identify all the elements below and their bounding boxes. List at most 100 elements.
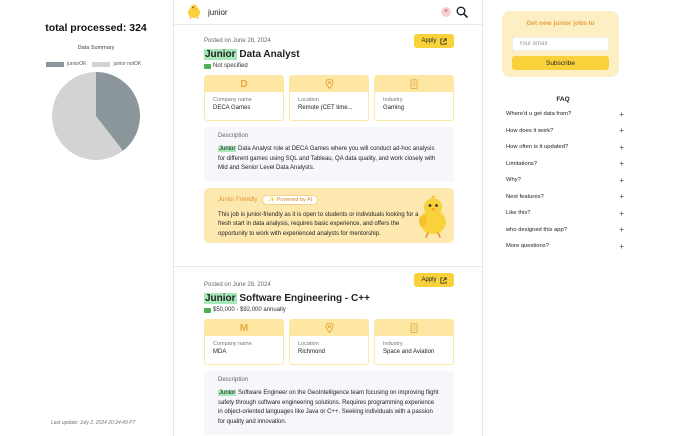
- industry-card: Industry Space and Aviation: [374, 319, 454, 365]
- legend-item-junior-ok[interactable]: juniorOK: [46, 61, 86, 67]
- job-card: Posted on June 28, 2024 Apply Junior Sof…: [174, 266, 482, 435]
- building-icon: [410, 323, 418, 333]
- search-input[interactable]: [208, 5, 428, 19]
- location-value: Richmond: [298, 349, 326, 355]
- faq-question: How often is it updated?: [506, 144, 569, 151]
- description-label: Description: [218, 377, 249, 383]
- legend-item-junior-notok[interactable]: junior notOK: [92, 61, 141, 67]
- clear-search-icon[interactable]: ×: [441, 7, 451, 17]
- title-rest: Data Analyst: [236, 49, 300, 60]
- desc-highlight: Junior: [218, 390, 237, 396]
- description-text: Junior Data Analyst role at DECA Games w…: [218, 145, 440, 174]
- title-rest: Software Engineering - C++: [236, 293, 370, 304]
- industry-value: Gaming: [383, 105, 405, 111]
- location-pin-icon: [324, 79, 334, 89]
- location-label: Location: [298, 97, 319, 103]
- company-card: D Company name DECA Games: [204, 75, 284, 121]
- faq-list: Where'd u get data from? + How does it wo…: [506, 106, 624, 255]
- industry-value: Space and Aviation: [383, 349, 435, 355]
- apply-label: Apply: [421, 38, 437, 44]
- location-value: Remote (CET time...: [298, 105, 353, 111]
- plus-icon: +: [619, 241, 624, 251]
- job-title[interactable]: Junior Software Engineering - C++: [204, 293, 454, 304]
- newsletter-box: Get new junior jobs to Subscribe: [502, 11, 619, 77]
- company-label: Company name: [213, 341, 252, 347]
- search-bar: ×: [174, 0, 482, 25]
- subscribe-button[interactable]: Subscribe: [512, 56, 609, 70]
- legend-swatch: [46, 61, 64, 67]
- external-link-icon: [439, 276, 447, 284]
- company-card: M Company name MDA: [204, 319, 284, 365]
- external-link-icon: [439, 37, 447, 45]
- plus-icon: +: [619, 225, 624, 235]
- right-panel: Get new junior jobs to Subscribe FAQ Whe…: [500, 0, 680, 436]
- chick-logo-icon: [188, 4, 200, 19]
- faq-item[interactable]: Limitations? +: [506, 156, 624, 173]
- faq-item[interactable]: Next features? +: [506, 189, 624, 206]
- newsletter-title: Get new junior jobs to: [526, 20, 595, 27]
- location-card: Location Remote (CET time...: [289, 75, 369, 121]
- powered-by-ai-badge: ✨ Powered by AI: [262, 194, 319, 205]
- desc-rest: Data Analyst role at DECA Games where yo…: [218, 146, 436, 171]
- job-title[interactable]: Junior Data Analyst: [204, 49, 454, 60]
- faq-item[interactable]: who designed this app? +: [506, 222, 624, 239]
- plus-icon: +: [619, 192, 624, 202]
- plus-icon: +: [619, 142, 624, 152]
- job-feed[interactable]: × Posted on June 28, 2024 Apply Junior D…: [173, 0, 483, 436]
- plus-icon: +: [619, 126, 624, 136]
- stats-panel: total processed: 324 Data Summary junior…: [0, 0, 192, 436]
- last-update: Last update: July 2, 2024 20:24:49 PT: [51, 420, 136, 426]
- location-label: Location: [298, 341, 319, 347]
- faq-question: Limitations?: [506, 160, 537, 167]
- industry-label: Industry: [383, 341, 403, 347]
- faq-title: FAQ: [556, 96, 570, 103]
- faq-item[interactable]: Where'd u get data from? +: [506, 106, 624, 123]
- apply-button[interactable]: Apply: [414, 34, 454, 48]
- money-icon: [204, 307, 211, 313]
- faq-item[interactable]: Like this? +: [506, 205, 624, 222]
- faq-question: who designed this app?: [506, 226, 567, 233]
- desc-rest: Software Engineer on the GeoIntelligence…: [218, 390, 439, 425]
- desc-highlight: Junior: [218, 146, 237, 152]
- salary: Not specified: [204, 63, 454, 69]
- company-name: MDA: [213, 349, 227, 355]
- faq-item[interactable]: More questions? +: [506, 238, 624, 255]
- plus-icon: +: [619, 159, 624, 169]
- junior-friendly-text: This job is junior-friendly as it is ope…: [218, 211, 419, 237]
- data-summary-title: Data Summary: [77, 45, 115, 51]
- junior-friendly-box: Junior Friendly ✨ Powered by AI This job…: [204, 187, 454, 243]
- search-icon[interactable]: [456, 6, 468, 18]
- plus-icon: +: [619, 208, 624, 218]
- apply-button[interactable]: Apply: [414, 273, 454, 287]
- description-label: Description: [218, 133, 249, 139]
- email-field[interactable]: [512, 37, 609, 51]
- legend-label: junior notOK: [113, 61, 142, 67]
- salary-text: Not specified: [213, 63, 248, 69]
- industry-card: Industry Gaming: [374, 75, 454, 121]
- company-label: Company name: [213, 97, 252, 103]
- pie-chart: [52, 72, 140, 160]
- faq-question: Like this?: [506, 210, 531, 217]
- faq-item[interactable]: Why? +: [506, 172, 624, 189]
- faq-item[interactable]: How often is it updated? +: [506, 139, 624, 156]
- title-highlight: Junior: [204, 293, 237, 304]
- faq-question: More questions?: [506, 243, 549, 250]
- total-processed: total processed: 324: [45, 22, 147, 34]
- description-text: Junior Software Engineer on the GeoIntel…: [218, 389, 440, 427]
- title-highlight: Junior: [204, 49, 237, 60]
- legend-label: juniorOK: [67, 61, 87, 67]
- money-icon: [204, 63, 211, 69]
- company-name: DECA Games: [213, 105, 251, 111]
- faq-item[interactable]: How does it work? +: [506, 123, 624, 140]
- building-icon: [410, 79, 418, 89]
- salary: $50,000 - $92,000 annually: [204, 307, 454, 313]
- legend-swatch: [92, 61, 111, 67]
- job-info-cards: D Company name DECA Games Location Remot…: [204, 75, 454, 121]
- salary-text: $50,000 - $92,000 annually: [213, 307, 286, 313]
- apply-label: Apply: [421, 277, 437, 283]
- chick-mascot-icon: [419, 194, 446, 238]
- chart-legend: juniorOK junior notOK: [46, 61, 141, 67]
- location-pin-icon: [324, 323, 334, 333]
- company-initial-icon: D: [205, 76, 283, 92]
- description-box: Description Junior Data Analyst role at …: [204, 127, 454, 182]
